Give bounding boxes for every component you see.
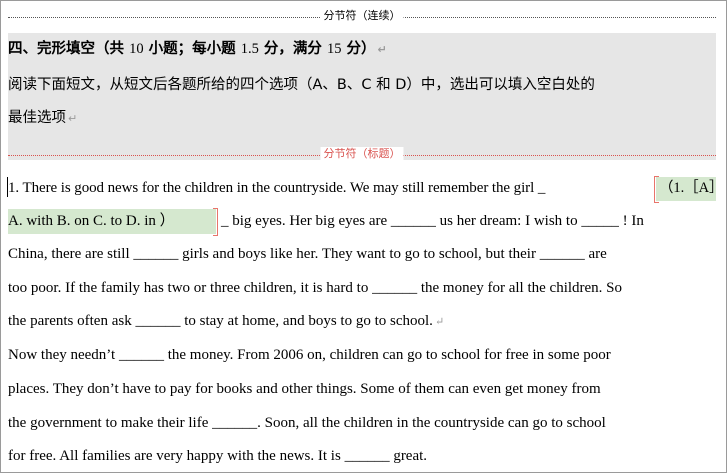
- passage-line-5: the parents often ask ______ to stay at …: [8, 313, 445, 329]
- paragraph-mark: ↵: [377, 43, 387, 56]
- passage-line-8: the government to make their life ______…: [8, 415, 606, 431]
- section-break-title: 分节符（标题）: [8, 147, 716, 161]
- section-break-continuous: 分节符（连续）: [8, 9, 716, 23]
- content-control-options[interactable]: A. with B. on C. to D. in ）: [8, 213, 175, 229]
- passage-line-1: 1. There is good news for the children i…: [8, 177, 723, 199]
- passage-line-7: places. They don’t have to pay for books…: [8, 381, 601, 397]
- instruction-line-2: 最佳选项 ↵: [8, 110, 78, 126]
- instruction-line-1: 阅读下面短文，从短文后各题所给的四个选项（A、B、C 和 D）中，选出可以填入空…: [8, 77, 595, 93]
- content-control-question-1[interactable]: （1.［A］: [659, 177, 723, 199]
- passage-line-9: for free. All families are very happy wi…: [8, 448, 428, 464]
- passage-line-3: China, there are still ______ girls and …: [8, 246, 607, 262]
- section-heading: 四、完形填空（共 10 小题；每小题 1.5 分，满分 15 分） ↵: [8, 41, 387, 57]
- passage-line-4: too poor. If the family has two or three…: [8, 280, 623, 296]
- passage-line-6: Now they needn’t ______ the money. From …: [8, 347, 611, 363]
- passage-line-2: A. with B. on C. to D. in ） _ big eyes. H…: [8, 213, 644, 229]
